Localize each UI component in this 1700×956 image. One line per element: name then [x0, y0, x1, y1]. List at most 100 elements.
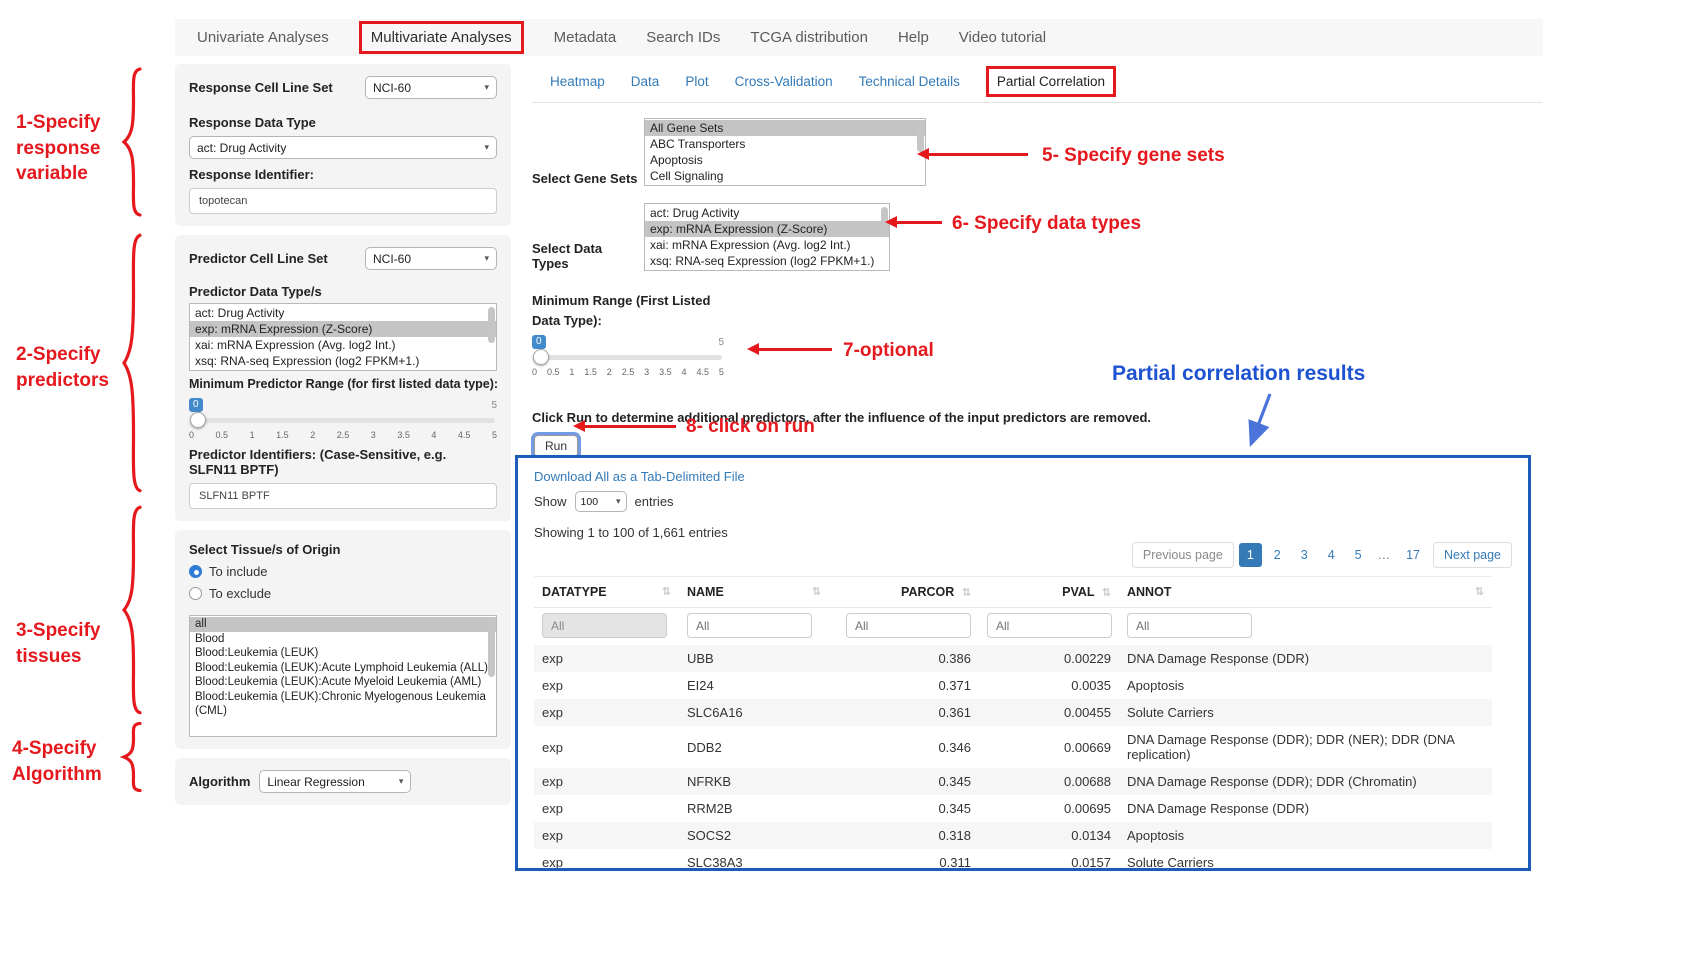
algorithm-section: Algorithm Linear Regression ▾	[175, 758, 511, 805]
scrollbar-thumb[interactable]	[488, 307, 495, 343]
scrollbar-thumb[interactable]	[488, 619, 495, 677]
previous-page-button[interactable]: Previous page	[1132, 542, 1234, 568]
page-number-last[interactable]: 17	[1398, 543, 1428, 567]
predictor-range-label: Minimum Predictor Range (for first liste…	[189, 377, 497, 391]
table-row[interactable]: exp SOCS2 0.318 0.0134 Apoptosis	[534, 822, 1492, 849]
tick-label: 0	[532, 367, 537, 377]
brace-algorithm	[119, 722, 143, 792]
nav-item[interactable]: Multivariate Analyses	[359, 21, 524, 54]
tissue-include-radio[interactable]: To include	[189, 564, 497, 579]
sort-icon[interactable]: ⇅	[1475, 585, 1484, 598]
predictor-cell-line-set-select[interactable]: NCI-60 ▾	[365, 247, 497, 270]
table-row[interactable]: exp SLC6A16 0.361 0.00455 Solute Carrier…	[534, 699, 1492, 726]
predictor-range-slider[interactable]: 0 5 00.511.522.533.544.55	[189, 397, 497, 443]
tab[interactable]: Cross-Validation	[735, 74, 833, 89]
column-header-name[interactable]: NAME ⇅	[679, 577, 829, 608]
list-option[interactable]: Blood:Leukemia (LEUK):Acute Lymphoid Leu…	[190, 661, 496, 676]
download-link[interactable]: Download All as a Tab-Delimited File	[534, 469, 745, 484]
tab[interactable]: Partial Correlation	[986, 66, 1116, 97]
list-option[interactable]: All Gene Sets	[645, 120, 925, 136]
filter-parcor[interactable]	[846, 613, 971, 638]
list-option[interactable]: Blood:Leukemia (LEUK):Acute Myeloid Leuk…	[190, 675, 496, 690]
list-option[interactable]: act: Drug Activity	[645, 205, 889, 221]
response-identifier-input[interactable]	[189, 188, 497, 214]
page-number[interactable]: 3	[1293, 543, 1316, 567]
sort-icon[interactable]: ⇅	[812, 585, 821, 598]
gene-sets-list[interactable]: All Gene Sets ABC Transporters Apoptosis…	[644, 118, 926, 186]
predictor-data-types-list[interactable]: act: Drug Activity exp: mRNA Expression …	[189, 303, 497, 371]
data-types-list[interactable]: act: Drug Activity exp: mRNA Expression …	[644, 203, 890, 271]
radio-label: To include	[209, 564, 268, 579]
filter-annot[interactable]	[1127, 613, 1252, 638]
list-option[interactable]: ABC Transporters	[645, 136, 925, 152]
tab[interactable]: Technical Details	[859, 74, 960, 89]
min-range-slider[interactable]: 0 5 00.511.522.533.544.55	[532, 334, 724, 380]
filter-datatype[interactable]	[542, 613, 667, 638]
slider-track[interactable]	[191, 418, 495, 423]
table-row[interactable]: exp DDB2 0.346 0.00669 DNA Damage Respon…	[534, 726, 1492, 768]
nav-item[interactable]: Video tutorial	[959, 29, 1046, 46]
column-header-datatype[interactable]: DATATYPE ⇅	[534, 577, 679, 608]
list-option[interactable]: exp: mRNA Expression (Z-Score)	[190, 321, 496, 337]
sort-icon[interactable]: ⇅	[1102, 587, 1111, 599]
tab[interactable]: Heatmap	[550, 74, 605, 89]
sort-icon[interactable]: ⇅	[962, 587, 971, 599]
filter-name[interactable]	[687, 613, 812, 638]
column-header-parcor[interactable]: PARCOR ⇅	[829, 577, 979, 608]
list-option[interactable]: xsq: RNA-seq Expression (log2 FPKM+1.)	[190, 353, 496, 369]
list-option[interactable]: xai: mRNA Expression (Avg. log2 Int.)	[645, 237, 889, 253]
cell-pval: 0.0035	[979, 672, 1119, 699]
nav-item[interactable]: Help	[898, 29, 929, 46]
predictor-identifiers-input[interactable]	[189, 483, 497, 509]
nav-item[interactable]: Univariate Analyses	[197, 29, 329, 46]
nav-item[interactable]: TCGA distribution	[750, 29, 868, 46]
list-option[interactable]: all	[190, 617, 496, 632]
table-row[interactable]: exp NFRKB 0.345 0.00688 DNA Damage Respo…	[534, 768, 1492, 795]
slider-track[interactable]	[534, 355, 722, 360]
page-length-select[interactable]: 100 ▾	[575, 491, 627, 512]
response-data-type-select[interactable]: act: Drug Activity ▾	[189, 136, 497, 159]
run-button[interactable]: Run	[534, 435, 578, 457]
list-option[interactable]: Blood:Leukemia (LEUK)	[190, 646, 496, 661]
sort-icon[interactable]: ⇅	[662, 585, 671, 598]
list-option[interactable]: Blood:Leukemia (LEUK):Chronic Myelogenou…	[190, 690, 496, 719]
column-header-annot[interactable]: ANNOT ⇅	[1119, 577, 1492, 608]
list-option[interactable]: xsq: RNA-seq Expression (log2 FPKM+1.)	[645, 253, 889, 269]
cell-annot: DNA Damage Response (DDR)	[1119, 795, 1492, 822]
nav-item[interactable]: Metadata	[554, 29, 617, 46]
response-section: Response Cell Line Set NCI-60 ▾ Response…	[175, 64, 511, 226]
tab[interactable]: Plot	[685, 74, 708, 89]
results-table: DATATYPE ⇅ NAME ⇅ PARCOR ⇅ PVAL ⇅ ANNOT …	[534, 576, 1492, 871]
cell-parcor: 0.345	[829, 768, 979, 795]
tissue-exclude-radio[interactable]: To exclude	[189, 586, 497, 601]
cell-datatype: exp	[534, 849, 679, 871]
page-number[interactable]: 2	[1266, 543, 1289, 567]
top-nav: Univariate Analyses Multivariate Analyse…	[175, 19, 1543, 56]
list-option[interactable]: Apoptosis	[645, 152, 925, 168]
response-cell-line-set-select[interactable]: NCI-60 ▾	[365, 76, 497, 99]
list-option[interactable]: exp: mRNA Expression (Z-Score)	[645, 221, 889, 237]
table-row[interactable]: exp EI24 0.371 0.0035 Apoptosis	[534, 672, 1492, 699]
show-label: Show	[534, 494, 567, 509]
page-number[interactable]: 1	[1239, 543, 1262, 567]
slider-handle[interactable]	[190, 412, 206, 428]
tissue-list[interactable]: all Blood Blood:Leukemia (LEUK) Blood:Le…	[189, 615, 497, 737]
page-number[interactable]: 4	[1320, 543, 1343, 567]
table-row[interactable]: exp SLC38A3 0.311 0.0157 Solute Carriers	[534, 849, 1492, 871]
nav-item[interactable]: Search IDs	[646, 29, 720, 46]
page-number[interactable]: 5	[1347, 543, 1370, 567]
table-row[interactable]: exp RRM2B 0.345 0.00695 DNA Damage Respo…	[534, 795, 1492, 822]
filter-pval[interactable]	[987, 613, 1112, 638]
algorithm-select[interactable]: Linear Regression ▾	[259, 770, 411, 793]
list-option[interactable]: act: Drug Activity	[190, 305, 496, 321]
next-page-button[interactable]: Next page	[1433, 542, 1512, 568]
table-row[interactable]: exp UBB 0.386 0.00229 DNA Damage Respons…	[534, 645, 1492, 672]
chevron-down-icon: ▾	[484, 82, 489, 93]
list-option[interactable]: Cell Signaling	[645, 168, 925, 184]
tab[interactable]: Data	[631, 74, 660, 89]
slider-handle[interactable]	[533, 349, 549, 365]
column-header-pval[interactable]: PVAL ⇅	[979, 577, 1119, 608]
list-option[interactable]: Blood	[190, 632, 496, 647]
brace-response	[119, 66, 143, 218]
list-option[interactable]: xai: mRNA Expression (Avg. log2 Int.)	[190, 337, 496, 353]
